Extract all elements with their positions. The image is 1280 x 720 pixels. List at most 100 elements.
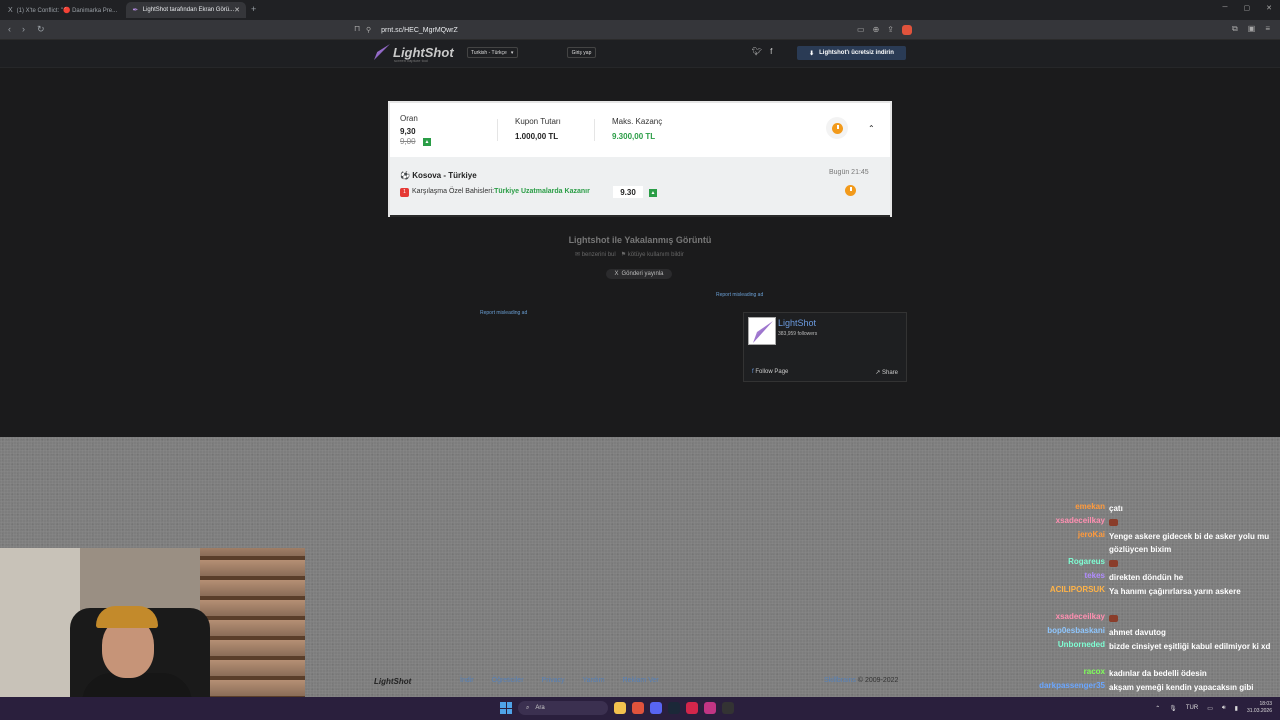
app-icon[interactable] xyxy=(704,702,716,714)
footer-links: İndir Öğreticiler Privacy Yardım Reklam … xyxy=(460,677,659,684)
football-icon: ⚽ xyxy=(400,171,410,180)
report-ad-link[interactable]: Report misleading ad xyxy=(480,310,527,316)
chat-username[interactable]: xsadeceilkay xyxy=(1056,516,1105,525)
address-bar: ‹ › ↻ ⊓ ⚲ prnt.sc/HEC_MgrMQwrZ ▭ ⊕ ⇪ ⧉ ▣… xyxy=(0,20,1280,40)
tab-x-conflict[interactable]: X (1) X'te Conflict: "🔴 Danimarka Pre... xyxy=(2,2,120,18)
menu-icon[interactable]: ≡ xyxy=(1265,24,1270,34)
facebook-icon: f xyxy=(752,369,754,375)
close-window-icon[interactable]: ✕ xyxy=(1266,4,1272,12)
screenshot-bet-coupon[interactable]: Oran 9,30 9,00 ▲ Kupon Tutarı 1.000,00 T… xyxy=(388,101,892,217)
tab-label: LightShot tarafından Ekran Görü... xyxy=(142,7,235,13)
similar-label: benzerini bul xyxy=(581,252,616,258)
chat-username[interactable]: bop0esbaskani xyxy=(1047,626,1105,635)
market-pick: Türkiye Uzatmalarda Kazanır xyxy=(494,188,590,195)
chat-username[interactable]: jeroKai xyxy=(1078,530,1105,539)
footer-link-advertise[interactable]: Reklam Ver xyxy=(623,677,659,684)
discord-icon[interactable] xyxy=(650,702,662,714)
volume-icon[interactable]: 🔊︎ xyxy=(1222,705,1226,712)
tab-lightshot[interactable]: ✒ LightShot tarafından Ekran Görü... ✕ xyxy=(126,2,246,18)
match-row: ⚽ Kosova - Türkiye Bugün 21:45 1 Karşılaş… xyxy=(390,157,890,215)
follow-page-button[interactable]: f Follow Page xyxy=(752,369,788,375)
app-icon[interactable] xyxy=(686,702,698,714)
streamer-cap xyxy=(96,606,158,628)
site-info-icon[interactable]: ⚲ xyxy=(366,26,371,34)
minimize-icon[interactable]: ─ xyxy=(1223,4,1228,12)
window-controls: ─ ▢ ✕ xyxy=(1223,4,1272,12)
chat-username[interactable]: Unborneded xyxy=(1058,640,1105,649)
brave-browser-icon[interactable] xyxy=(632,702,644,714)
chevron-up-icon[interactable]: ⌃ xyxy=(1155,705,1160,712)
footer-link-tutorials[interactable]: Öğreticiler xyxy=(492,677,524,684)
taskbar-clock[interactable]: 18:03 31.03.2026 xyxy=(1247,701,1272,715)
copyright-brand[interactable]: Skillbrains xyxy=(824,677,856,684)
new-tab-button[interactable]: + xyxy=(251,4,256,14)
chat-username[interactable]: Rogareus xyxy=(1068,557,1105,566)
share-icon[interactable]: ⇪ xyxy=(887,25,894,35)
battery-icon[interactable]: ▮ xyxy=(1235,705,1238,712)
tweet-button[interactable]: X Gönderi yayınla xyxy=(606,269,672,279)
wallet-icon[interactable]: ▣ xyxy=(1248,24,1256,34)
download-label: Lightshot'ı ücretsiz indirin xyxy=(819,50,894,56)
facebook-page-name[interactable]: LightShot xyxy=(778,318,816,328)
system-tray: ⌃ 🎙︎ TUR ▭ 🔊︎ ▮ 18:03 31.03.2026 xyxy=(1155,701,1272,715)
share-button[interactable]: ↗ Share xyxy=(875,369,898,376)
chat-text: ahmet davutog xyxy=(1109,628,1166,637)
screen: X (1) X'te Conflict: "🔴 Danimarka Pre...… xyxy=(0,0,1280,720)
coupon-summary: Oran 9,30 9,00 ▲ Kupon Tutarı 1.000,00 T… xyxy=(390,103,890,157)
chat-emote-icon xyxy=(1109,615,1118,622)
url-field[interactable]: ⚲ prnt.sc/HEC_MgrMQwrZ ▭ ⊕ ⇪ xyxy=(366,23,912,37)
footer-logo[interactable]: LightShot xyxy=(374,677,411,686)
network-icon[interactable]: ▭ xyxy=(1207,705,1213,712)
chat-username[interactable]: xsadeceilkay xyxy=(1056,612,1105,621)
maximize-icon[interactable]: ▢ xyxy=(1244,4,1251,12)
search-placeholder: Ara xyxy=(535,705,545,711)
footer-copyright: Skillbrains © 2009-2022 xyxy=(824,677,898,684)
odd-value: 9.30 xyxy=(613,186,643,198)
bookmark-icon[interactable]: ⊓ xyxy=(354,24,360,33)
windows-taskbar: ⌕ Ara ⌃ 🎙︎ TUR ▭ 🔊︎ ▮ 18:03 31.03.2026 xyxy=(0,697,1280,720)
zoom-icon[interactable]: ⊕ xyxy=(873,25,880,35)
obs-icon[interactable] xyxy=(722,702,734,714)
file-explorer-icon[interactable] xyxy=(614,702,626,714)
reader-icon[interactable]: ▭ xyxy=(857,25,865,35)
report-link[interactable]: ⚑ kötüye kullanım bildir xyxy=(621,252,684,258)
footer-link-download[interactable]: İndir xyxy=(460,677,474,684)
match-title: ⚽ Kosova - Türkiye xyxy=(400,171,477,180)
extensions-icon[interactable]: ⧉ xyxy=(1232,24,1238,34)
footer-link-privacy[interactable]: Privacy xyxy=(542,677,565,684)
back-icon[interactable]: ‹ xyxy=(8,24,11,34)
market-number: 1 xyxy=(400,188,409,197)
chevron-down-icon: ▾ xyxy=(510,49,514,56)
forward-icon[interactable]: › xyxy=(22,24,25,34)
odds-old-value: 9,00 xyxy=(400,137,416,146)
close-tab-icon[interactable]: ✕ xyxy=(234,6,240,14)
capture-links: ✉ benzerini bul ⚑ kötüye kullanım bildir xyxy=(575,251,684,258)
language-select[interactable]: Turkish - Türkçe ▾ xyxy=(467,47,518,58)
chat-username[interactable]: tekes xyxy=(1085,571,1105,580)
chat-text: Ya hanımı çağırırlarsa yarın askere xyxy=(1109,587,1241,596)
taskbar-search[interactable]: ⌕ Ara xyxy=(518,701,608,715)
windows-start-icon[interactable] xyxy=(500,702,512,714)
brave-shield-icon[interactable] xyxy=(902,25,912,35)
chat-username[interactable]: ACILIPORSUK xyxy=(1050,585,1105,594)
download-button[interactable]: ⬇ Lightshot'ı ücretsiz indirin xyxy=(797,46,906,60)
chat-text: Yenge askere gidecek bi de asker yolu mu… xyxy=(1109,532,1270,554)
similar-link[interactable]: ✉ benzerini bul xyxy=(575,252,616,258)
language-indicator[interactable]: TUR xyxy=(1186,705,1198,711)
login-button[interactable]: Giriş yap xyxy=(567,47,596,58)
steam-icon[interactable] xyxy=(668,702,680,714)
chat-username[interactable]: emekan xyxy=(1075,502,1105,511)
twitter-icon[interactable]: 🐦︎ xyxy=(752,47,762,56)
reload-icon[interactable]: ↻ xyxy=(37,24,45,35)
facebook-page-avatar[interactable] xyxy=(748,317,776,345)
chevron-up-icon[interactable]: ⌃ xyxy=(868,124,875,133)
report-ad-link[interactable]: Report misleading ad xyxy=(716,292,763,298)
chat-text: çatı xyxy=(1109,504,1123,513)
lightshot-logo[interactable]: LightShot screen capture tool xyxy=(374,44,454,63)
footer-link-help[interactable]: Yardım xyxy=(582,677,604,684)
copyright-year: © 2009-2022 xyxy=(857,677,899,684)
facebook-icon[interactable]: f xyxy=(770,47,772,56)
browser-toolbar-right: ⧉ ▣ ≡ xyxy=(1232,24,1270,34)
microphone-icon[interactable]: 🎙︎ xyxy=(1169,705,1177,712)
clock-button[interactable] xyxy=(826,117,848,139)
